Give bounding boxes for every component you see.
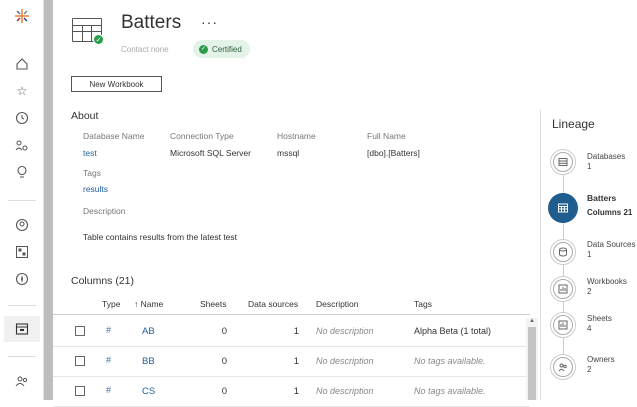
lineage-batters-node[interactable] — [548, 193, 578, 223]
table-row[interactable]: # AB 0 1 No description Alpha Beta (1 to… — [53, 317, 530, 347]
columns-heading: Columns (21) — [71, 275, 135, 287]
description-value: Table contains results from the latest t… — [83, 232, 238, 242]
scroll-thumb[interactable] — [528, 327, 536, 400]
data-sources-count: 1 — [293, 356, 299, 367]
full-name-value: [dbo].[Batters] — [367, 148, 420, 158]
lineage-batters-count: Columns 21 — [587, 208, 633, 217]
sheet-icon — [553, 315, 573, 335]
column-description: No description — [316, 386, 374, 396]
hostname-label: Hostname — [277, 131, 316, 141]
about-heading: About — [71, 110, 99, 122]
description-label: Description — [83, 206, 126, 216]
lineage-databases-label[interactable]: Databases — [587, 152, 625, 162]
data-sources-count: 1 — [293, 326, 299, 337]
col-header-tags[interactable]: Tags — [414, 299, 432, 309]
cylinder-icon — [553, 242, 573, 262]
column-description: No description — [316, 326, 374, 336]
row-checkbox[interactable] — [75, 386, 85, 396]
contact-label: Contact — [121, 45, 149, 54]
full-name-label: Full Name — [367, 131, 406, 141]
new-workbook-button[interactable]: New Workbook — [71, 76, 162, 92]
check-icon: ✓ — [199, 44, 208, 54]
col-header-data-sources[interactable]: Data sources — [248, 299, 298, 309]
numeric-type-icon: # — [106, 385, 112, 395]
database-name-link[interactable]: test — [83, 148, 97, 158]
page-title: Batters — [121, 12, 182, 33]
table-row[interactable]: # CS 0 1 No description No tags availabl… — [53, 377, 530, 407]
columns-scrollbar[interactable]: ▲ — [526, 318, 538, 400]
lineage-data-sources-node[interactable] — [550, 239, 576, 265]
groups-icon[interactable] — [14, 138, 30, 154]
column-tags: No tags available. — [414, 356, 486, 366]
user-icon[interactable] — [14, 217, 30, 233]
star-icon[interactable]: ☆ — [14, 83, 30, 99]
scroll-up-icon[interactable]: ▲ — [529, 318, 535, 324]
more-actions-button[interactable]: ··· — [201, 14, 218, 30]
data-sources-count: 1 — [293, 386, 299, 397]
database-icon — [553, 152, 573, 172]
main-content: ✓ Batters ··· Contact none ✓ Certified N… — [53, 0, 637, 407]
lineage-sheets-node[interactable] — [550, 312, 576, 338]
owners-icon — [553, 357, 573, 377]
contact-info: Contact none — [121, 45, 169, 54]
connection-type-label: Connection Type — [170, 131, 234, 141]
certified-check-icon: ✓ — [93, 34, 104, 45]
dashboard-icon[interactable] — [14, 244, 30, 260]
sheets-count: 0 — [221, 326, 227, 337]
sheets-count: 0 — [221, 386, 227, 397]
users-icon[interactable] — [14, 373, 30, 389]
col-header-description[interactable]: Description — [316, 299, 359, 309]
row-checkbox[interactable] — [75, 356, 85, 366]
lineage-heading: Lineage — [552, 117, 595, 131]
sheets-count: 0 — [221, 356, 227, 367]
lineage-workbooks-label[interactable]: Workbooks — [587, 277, 627, 287]
certified-label: Certified — [212, 44, 242, 54]
tags-label: Tags — [83, 168, 101, 178]
tableau-logo-icon[interactable] — [14, 8, 30, 24]
lineage-data-sources-label[interactable]: Data Sources — [587, 240, 635, 250]
explore-icon[interactable] — [14, 271, 30, 287]
connection-type-value: Microsoft SQL Server — [170, 148, 251, 158]
left-nav-rail: ☆ — [0, 0, 44, 400]
column-name-link[interactable]: AB — [142, 326, 155, 337]
home-icon[interactable] — [14, 56, 30, 72]
bulb-icon[interactable] — [14, 164, 30, 180]
lineage-sheets-label[interactable]: Sheets — [587, 314, 612, 324]
lineage-sheets-count: 4 — [587, 324, 592, 333]
lineage-data-sources-count: 1 — [587, 250, 592, 259]
row-checkbox[interactable] — [75, 326, 85, 336]
hostname-value: mssql — [277, 148, 300, 158]
column-tags[interactable]: Alpha Beta (1 total) — [414, 326, 491, 336]
lineage-workbooks-count: 2 — [587, 287, 592, 296]
col-header-sheets[interactable]: Sheets — [200, 299, 226, 309]
tag-link[interactable]: results — [83, 184, 108, 194]
lineage-databases-count: 1 — [587, 162, 592, 171]
numeric-type-icon: # — [106, 325, 112, 335]
nav-scrollbar[interactable] — [44, 0, 53, 400]
workbook-icon — [553, 279, 573, 299]
column-name-link[interactable]: BB — [142, 356, 155, 367]
lineage-owners-label[interactable]: Owners — [587, 355, 615, 365]
lineage-workbooks-node[interactable] — [550, 276, 576, 302]
lineage-owners-node[interactable] — [550, 354, 576, 380]
database-name-label: Database Name — [83, 131, 145, 141]
contact-value: none — [150, 45, 169, 54]
certified-badge[interactable]: ✓ Certified — [193, 40, 250, 58]
lineage-databases-node[interactable] — [550, 149, 576, 175]
table-icon — [553, 198, 573, 218]
recents-icon[interactable] — [14, 110, 30, 126]
col-header-name[interactable]: ↑ Name — [134, 299, 163, 309]
table-row[interactable]: # BB 0 1 No description No tags availabl… — [53, 347, 530, 377]
lineage-owners-count: 2 — [587, 365, 592, 374]
col-header-type[interactable]: Type — [102, 299, 120, 309]
column-tags: No tags available. — [414, 386, 486, 396]
data-source-icon[interactable] — [14, 321, 30, 337]
column-description: No description — [316, 356, 374, 366]
lineage-batters-label: Batters — [587, 193, 617, 203]
numeric-type-icon: # — [106, 355, 112, 365]
column-name-link[interactable]: CS — [142, 386, 155, 397]
